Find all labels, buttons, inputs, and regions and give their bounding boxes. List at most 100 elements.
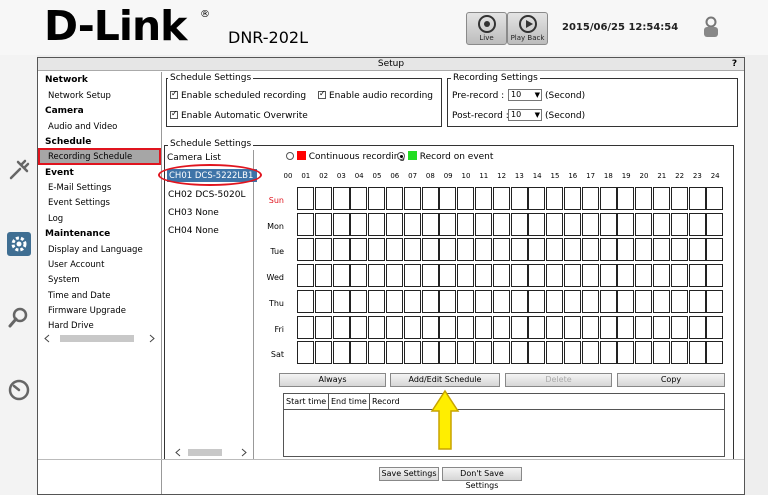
schedule-cell[interactable] xyxy=(599,315,617,339)
schedule-cell[interactable] xyxy=(475,341,492,365)
schedule-cell[interactable] xyxy=(475,315,492,339)
schedule-cell[interactable] xyxy=(564,315,581,339)
sidebar-item-audio-video[interactable]: Audio and Video xyxy=(48,122,117,132)
schedule-cell[interactable] xyxy=(670,264,688,288)
schedule-cell[interactable] xyxy=(314,289,332,313)
schedule-cell[interactable] xyxy=(564,187,581,210)
schedule-cell[interactable] xyxy=(421,187,439,210)
schedule-cell[interactable] xyxy=(350,212,368,236)
schedule-cell[interactable] xyxy=(635,264,653,288)
schedule-cell[interactable] xyxy=(564,264,581,288)
schedule-cell[interactable] xyxy=(457,341,475,365)
schedule-cell[interactable] xyxy=(546,264,564,288)
schedule-cell[interactable] xyxy=(635,187,653,210)
schedule-cell[interactable] xyxy=(546,238,564,262)
schedule-cell[interactable] xyxy=(581,289,599,313)
playback-button[interactable]: Play Back xyxy=(507,12,548,45)
schedule-cell[interactable] xyxy=(297,187,314,210)
schedule-cell[interactable] xyxy=(492,289,510,313)
schedule-cell[interactable] xyxy=(528,264,546,288)
schedule-cell[interactable] xyxy=(421,212,439,236)
schedule-cell[interactable] xyxy=(528,238,546,262)
schedule-cell[interactable] xyxy=(475,289,492,313)
schedule-cell[interactable] xyxy=(439,341,457,365)
schedule-cell[interactable] xyxy=(421,238,439,262)
schedule-cell[interactable] xyxy=(546,315,564,339)
schedule-cell[interactable] xyxy=(635,315,653,339)
schedule-cell[interactable] xyxy=(386,341,403,365)
add-edit-schedule-button[interactable]: Add/Edit Schedule xyxy=(390,373,500,387)
schedule-cell[interactable] xyxy=(332,289,350,313)
schedule-cell[interactable] xyxy=(581,264,599,288)
schedule-cell[interactable] xyxy=(581,187,599,210)
sidebar-item-display-language[interactable]: Display and Language xyxy=(48,245,143,255)
schedule-cell[interactable] xyxy=(546,187,564,210)
record-on-event-option[interactable]: Record on event xyxy=(397,151,493,162)
schedule-cell[interactable] xyxy=(617,238,635,262)
schedule-cell[interactable] xyxy=(510,264,528,288)
schedule-cell[interactable] xyxy=(510,315,528,339)
schedule-cell[interactable] xyxy=(528,341,546,365)
schedule-cell[interactable] xyxy=(403,289,421,313)
schedule-cell[interactable] xyxy=(510,238,528,262)
schedule-cell[interactable] xyxy=(492,341,510,365)
schedule-cell[interactable] xyxy=(475,238,492,262)
schedule-cell[interactable] xyxy=(386,315,403,339)
schedule-cell[interactable] xyxy=(599,264,617,288)
schedule-cell[interactable] xyxy=(439,264,457,288)
schedule-cell[interactable] xyxy=(332,341,350,365)
schedule-cell[interactable] xyxy=(688,289,706,313)
help-icon[interactable]: ? xyxy=(728,58,741,71)
schedule-cell[interactable] xyxy=(457,264,475,288)
schedule-cell[interactable] xyxy=(492,187,510,210)
user-icon[interactable] xyxy=(703,16,719,38)
schedule-cell[interactable] xyxy=(546,212,564,236)
schedule-cell[interactable] xyxy=(546,289,564,313)
schedule-cell[interactable] xyxy=(386,187,403,210)
schedule-cell[interactable] xyxy=(368,238,386,262)
schedule-cell[interactable] xyxy=(617,212,635,236)
wrench-tools-icon[interactable] xyxy=(7,158,31,182)
schedule-cell[interactable] xyxy=(528,315,546,339)
status-gauge-icon[interactable] xyxy=(7,378,31,402)
schedule-cell[interactable] xyxy=(386,212,403,236)
schedule-cell[interactable] xyxy=(688,238,706,262)
schedule-cell[interactable] xyxy=(314,238,332,262)
schedule-cell[interactable] xyxy=(368,341,386,365)
sidebar-item-recording-schedule[interactable]: Recording Schedule xyxy=(38,148,161,165)
schedule-cell[interactable] xyxy=(386,264,403,288)
schedule-cell[interactable] xyxy=(706,315,724,339)
schedule-cell[interactable] xyxy=(599,341,617,365)
schedule-cell[interactable] xyxy=(475,212,492,236)
schedule-cell[interactable] xyxy=(475,187,492,210)
sidebar-item-hard-drive[interactable]: Hard Drive xyxy=(48,321,94,331)
schedule-cell[interactable] xyxy=(332,187,350,210)
schedule-cell[interactable] xyxy=(653,187,670,210)
schedule-cell[interactable] xyxy=(706,341,724,365)
schedule-cell[interactable] xyxy=(350,341,368,365)
schedule-cell[interactable] xyxy=(688,264,706,288)
schedule-cell[interactable] xyxy=(297,341,314,365)
schedule-cell[interactable] xyxy=(457,187,475,210)
schedule-cell[interactable] xyxy=(332,212,350,236)
save-settings-button[interactable]: Save Settings xyxy=(379,467,439,481)
schedule-cell[interactable] xyxy=(403,341,421,365)
schedule-cell[interactable] xyxy=(564,341,581,365)
schedule-cell[interactable] xyxy=(653,315,670,339)
schedule-cell[interactable] xyxy=(635,238,653,262)
schedule-cell[interactable] xyxy=(670,315,688,339)
post-record-select[interactable]: 10 ▼ xyxy=(508,109,542,121)
schedule-cell[interactable] xyxy=(528,212,546,236)
schedule-cell[interactable] xyxy=(403,238,421,262)
sidebar-item-network-setup[interactable]: Network Setup xyxy=(48,91,111,101)
schedule-cell[interactable] xyxy=(653,212,670,236)
schedule-cell[interactable] xyxy=(528,289,546,313)
schedule-cell[interactable] xyxy=(599,187,617,210)
schedule-cell[interactable] xyxy=(599,289,617,313)
schedule-cell[interactable] xyxy=(653,341,670,365)
delete-button[interactable]: Delete xyxy=(505,373,612,387)
sidebar-item-email-settings[interactable]: E-Mail Settings xyxy=(48,183,111,193)
schedule-cell[interactable] xyxy=(403,212,421,236)
continuous-recording-option[interactable]: Continuous recording xyxy=(286,151,405,162)
camera-item[interactable]: CH04 None xyxy=(168,226,219,236)
